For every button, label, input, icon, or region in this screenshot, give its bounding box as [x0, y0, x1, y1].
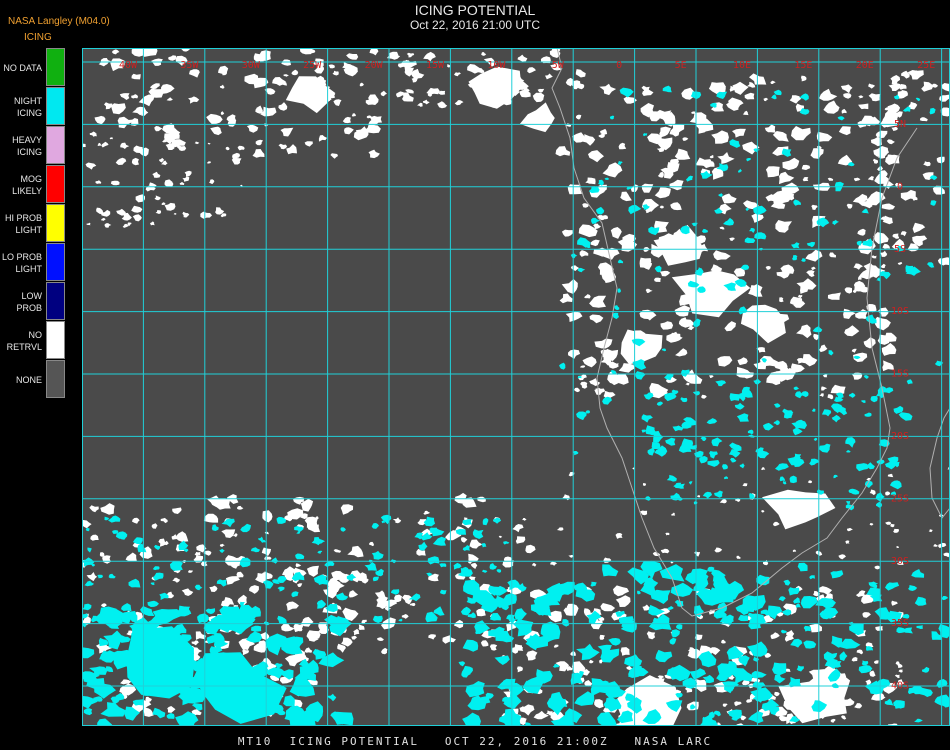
legend-item: NONE — [0, 360, 66, 399]
legend-item-label: LOW PROB — [16, 290, 42, 313]
legend-swatch — [46, 360, 65, 398]
legend-item: NO DATA — [0, 48, 66, 87]
legend-item-label: MOG LIKELY — [12, 173, 42, 196]
legend-item-label: NONE — [15, 374, 42, 385]
icing-cell — [772, 662, 787, 675]
legend-item: NIGHT ICING — [0, 87, 66, 126]
page-subtitle: Oct 22, 2016 21:00 UTC — [409, 18, 541, 32]
legend-swatch — [46, 243, 65, 281]
latitude-tick-label: 25S — [891, 493, 909, 504]
legend-item: LOW PROB — [0, 282, 66, 321]
cloud-cell — [654, 277, 661, 282]
legend-swatch — [46, 48, 65, 86]
cloud-cell — [500, 74, 507, 79]
icing-map: 40W 35W 30W 25W 20W 15W 10W 5W 0 5E 10E 15E 20E 25E 30… — [82, 48, 950, 726]
latitude-tick-label: 0 — [897, 181, 903, 192]
latitude-tick-label: 20S — [891, 431, 909, 442]
legend-swatch — [46, 282, 65, 320]
latitude-tick-label: 5N — [894, 119, 906, 130]
legend-item: HI PROB LIGHT — [0, 204, 66, 243]
cloud-cell — [765, 166, 780, 178]
cloud-cell — [215, 498, 231, 510]
longitude-tick-label: 10W — [487, 60, 506, 71]
legend-swatch — [46, 126, 65, 164]
legend-swatch — [46, 204, 65, 242]
latitude-tick-label: 35S — [891, 618, 909, 629]
longitude-tick-label: 35W — [180, 60, 199, 71]
footer-caption: MT10 ICING POTENTIAL OCT 22, 2016 21:00Z… — [237, 735, 713, 748]
legend-item: HEAVY ICING — [0, 126, 66, 165]
legend-item: LO PROB LIGHT — [0, 243, 66, 282]
longitude-tick-label: 0 — [616, 60, 622, 71]
page-title: ICING POTENTIAL — [414, 2, 536, 18]
icing-cell — [729, 393, 740, 402]
legend-item-label: NO DATA — [3, 62, 42, 73]
latitude-tick-label: 15S — [891, 369, 909, 380]
legend-item-label: LO PROB LIGHT — [1, 251, 42, 274]
longitude-tick-label: 30W — [242, 60, 261, 71]
legend-item: NO RETRVL — [0, 321, 66, 360]
latitude-tick-label: 40S — [891, 681, 909, 692]
longitude-tick-label: 40W — [119, 60, 138, 71]
latitude-tick-label: 30S — [891, 556, 909, 567]
legend-swatch — [46, 87, 65, 125]
legend-title: ICING — [24, 32, 52, 43]
latitude-tick-label: 5S — [894, 244, 906, 255]
color-legend: NO DATA NIGHT ICING HEAVY ICING MOG LIKELY H… — [0, 48, 66, 399]
longitude-tick-label: 10E — [733, 60, 751, 71]
legend-swatch — [46, 321, 65, 359]
longitude-tick-label: 20W — [365, 60, 384, 71]
cloud-cell — [131, 73, 141, 80]
legend-swatch — [46, 165, 65, 203]
longitude-tick-label: 5W — [552, 60, 565, 71]
longitude-tick-label: 20E — [856, 60, 874, 71]
longitude-tick-label: 5E — [675, 60, 687, 71]
legend-item-label: NIGHT ICING — [14, 95, 42, 118]
legend-item: MOG LIKELY — [0, 165, 66, 204]
latitude-tick-label: 10S — [891, 306, 909, 317]
legend-item-label: HEAVY ICING — [12, 134, 42, 157]
longitude-tick-label: 15W — [426, 60, 445, 71]
legend-item-label: HI PROB LIGHT — [4, 212, 42, 235]
legend-item-label: NO RETRVL — [6, 329, 42, 352]
longitude-tick-label: 15E — [794, 60, 812, 71]
longitude-tick-label: 25E — [917, 60, 935, 71]
longitude-tick-label: 25W — [303, 60, 322, 71]
